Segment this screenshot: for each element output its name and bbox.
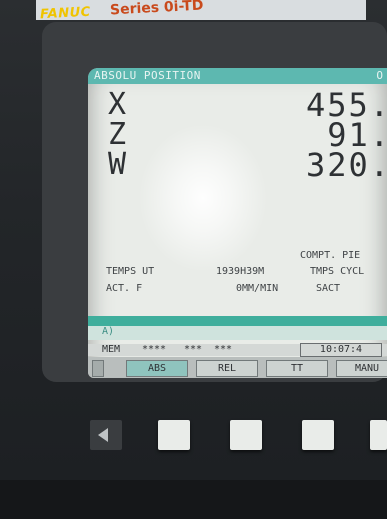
softkey-tt[interactable]: TT [266, 360, 328, 377]
soft-button-4[interactable] [370, 420, 387, 450]
program-indicator: O [376, 69, 383, 82]
title-bar: ABSOLU POSITION O [88, 68, 387, 84]
tmps-cycle-label: TMPS CYCL [310, 266, 365, 277]
axis-label: Z [108, 117, 127, 152]
input-prompt: A) [102, 326, 115, 337]
separator-bar [88, 316, 387, 326]
cnc-panel: FANUC Series 0i-TD ABSOLU POSITION O X 4… [0, 0, 387, 519]
status-field: *** [184, 344, 203, 355]
softkey-abs[interactable]: ABS [126, 360, 188, 377]
axis-row-w: W 320. [88, 146, 387, 184]
left-arrow-icon [98, 428, 108, 442]
mode-indicator: MEM [102, 344, 121, 355]
temps-label: TEMPS UT [106, 266, 155, 277]
axis-value: 320. [305, 146, 387, 184]
act-f-value: 0MM/MIN [236, 283, 279, 294]
softkey-bar: ABS REL TT MANU [88, 357, 387, 378]
status-line: MEM **** *** *** 10:07:4 [88, 343, 387, 357]
soft-button-2[interactable] [230, 420, 262, 450]
input-line[interactable]: A) [88, 326, 387, 340]
soft-button-3[interactable] [302, 420, 334, 450]
compt-label: COMPT. PIE [300, 250, 361, 261]
soft-button-1[interactable] [158, 420, 190, 450]
sact-label: SACT [316, 283, 341, 294]
temps-value: 1939H39M [216, 266, 265, 277]
brand-logo: FANUC [39, 4, 92, 23]
softkey-left-edge[interactable] [92, 360, 104, 377]
status-field: **** [142, 344, 167, 355]
axis-label: W [108, 147, 127, 182]
axis-label: X [108, 87, 127, 122]
cnc-screen: ABSOLU POSITION O X 455. Z 91. W 320. CO… [88, 68, 387, 378]
physical-button-row [0, 400, 387, 470]
act-f-label: ACT. F [106, 283, 143, 294]
softkey-rel[interactable]: REL [196, 360, 258, 377]
status-field: *** [214, 344, 233, 355]
clock-display: 10:07:4 [300, 343, 382, 357]
left-arrow-button[interactable] [90, 420, 122, 450]
softkey-manu[interactable]: MANU [336, 360, 387, 377]
screen-title: ABSOLU POSITION [94, 69, 201, 82]
panel-bottom [0, 480, 387, 519]
